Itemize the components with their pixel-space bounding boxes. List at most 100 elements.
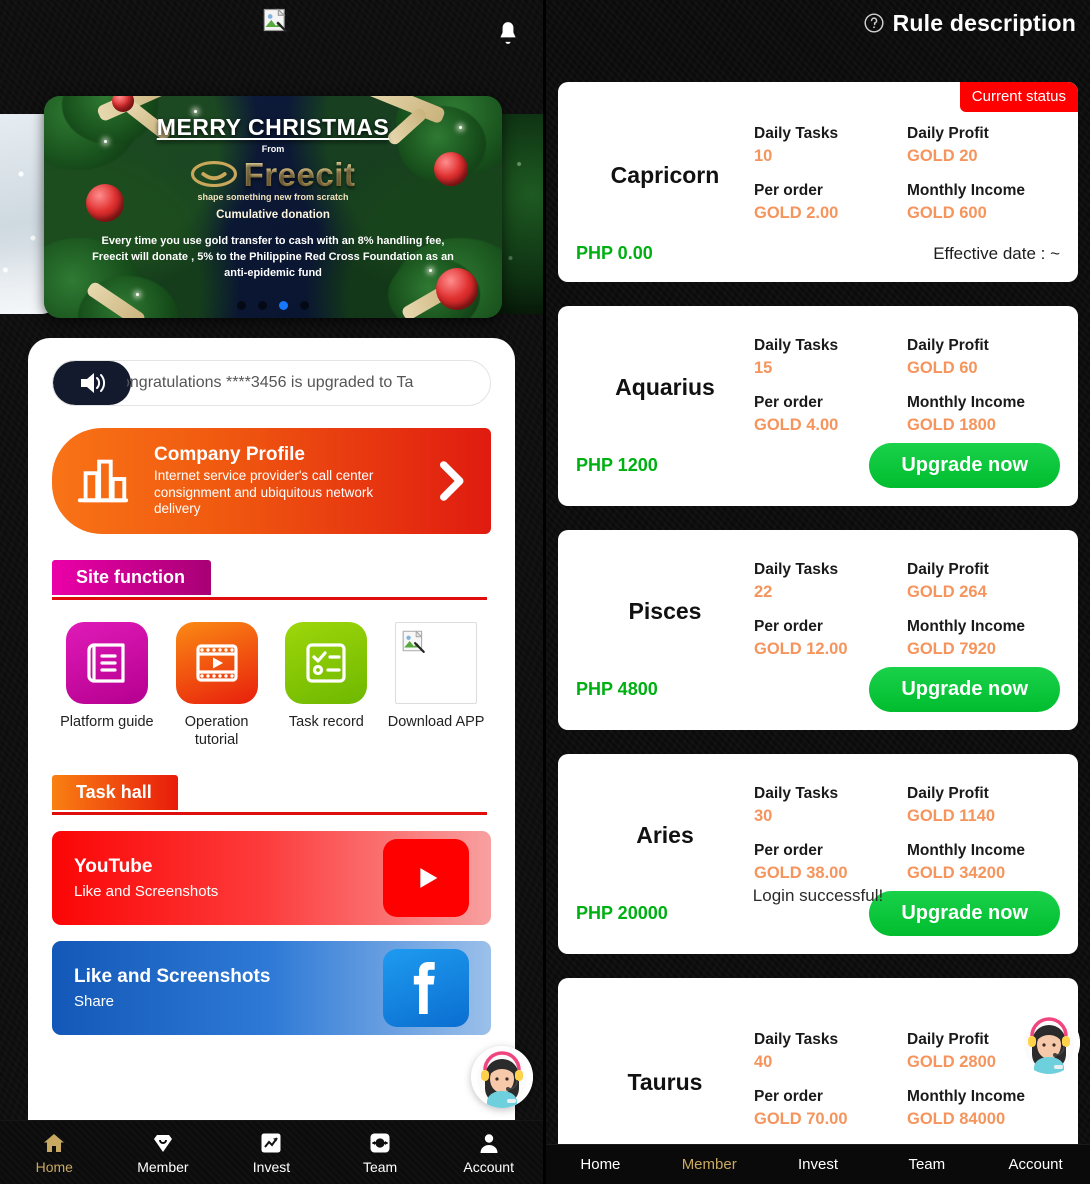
section-divider [52,597,487,600]
upgrade-now-button[interactable]: Upgrade now [869,891,1060,936]
level-footer: PHP 1200 Upgrade now [576,443,1060,506]
stat-value-per-order: GOLD 4.00 [754,415,839,434]
stat-label-daily-tasks: Daily Tasks [754,336,839,354]
carousel-subtitle: Cumulative donation [216,209,330,221]
chevron-right-icon[interactable] [429,459,473,503]
task-card-text: Like and Screenshots Share [74,966,383,1010]
task-card-sub: Share [74,993,115,1011]
nav-item-invest[interactable]: Invest [764,1156,873,1173]
levels-list: Current status Capricorn Daily Tasks 10 … [546,46,1090,1178]
site-function-item-download-app[interactable]: Download APP [381,622,491,749]
home-panel: MERRY CHRISTMAS From Freecit shape somet… [0,0,546,1184]
stat-label-daily-profit: Daily Profit [907,560,989,578]
nav-item-member[interactable]: Member [109,1130,218,1175]
stat-label-per-order: Per order [754,393,823,411]
carousel-dot-active[interactable] [279,301,288,310]
stat-value-per-order: GOLD 38.00 [754,863,848,882]
customer-service-avatar[interactable] [1018,1012,1080,1074]
stat-value-monthly-income: GOLD 1800 [907,415,996,434]
carousel-dot[interactable] [300,301,309,310]
task-card-youtube[interactable]: YouTube Like and Screenshots [52,831,491,926]
task-card-title: Like and Screenshots [74,966,271,988]
level-col-right: Daily Profit GOLD 264 Monthly Income GOL… [907,539,1060,659]
stat-label-daily-profit: Daily Profit [907,336,989,354]
company-profile-title: Company Profile [154,443,305,465]
site-function-label: Task record [288,714,364,730]
level-price: PHP 20000 [576,903,668,923]
customer-service-avatar[interactable] [471,1046,533,1108]
bottom-nav-left: Home Member Invest Team Account [0,1120,543,1184]
level-footer: PHP 0.00 Effective date : ~ [576,243,1060,282]
stat-label-per-order: Per order [754,1088,823,1105]
task-card-facebook[interactable]: Like and Screenshots Share [52,941,491,1036]
stat-value-monthly-income: GOLD 84000 [907,1110,1006,1128]
stat-label-monthly-income: Monthly Income [907,393,1025,411]
nav-item-home[interactable]: Home [546,1156,655,1173]
level-card-capricorn[interactable]: Current status Capricorn Daily Tasks 10 … [558,82,1078,282]
level-name: Aquarius [615,374,715,400]
carousel-dot[interactable] [237,301,246,310]
upgrade-now-button[interactable]: Upgrade now [869,667,1060,712]
site-function-label: Download APP [387,714,485,730]
carousel-slide-active[interactable]: MERRY CHRISTMAS From Freecit shape somet… [44,96,502,318]
app-screen: MERRY CHRISTMAS From Freecit shape somet… [0,0,1090,1184]
rule-description-header[interactable]: Rule description [546,0,1090,46]
task-hall-heading: Task hall [52,775,178,811]
announcement-bar[interactable]: ongratulations ****3456 is upgraded to T… [52,360,491,406]
stat-value-per-order: GOLD 12.00 [754,639,848,658]
level-card-pisces[interactable]: Pisces Daily Tasks 22 Per order GOLD 12.… [558,530,1078,730]
nav-item-team[interactable]: Team [872,1156,981,1173]
stat-value-daily-profit: GOLD 60 [907,358,978,377]
task-card-text: YouTube Like and Screenshots [74,856,383,900]
nav-item-home[interactable]: Home [0,1130,109,1175]
task-card-sub: Like and Screenshots [74,883,219,901]
speaker-icon [53,361,131,405]
level-col-left: Daily Tasks 10 Per order GOLD 2.00 [754,103,907,223]
freecit-logo-icon [190,161,237,189]
stat-value-per-order: GOLD 70.00 [754,1110,848,1128]
level-card-aries[interactable]: Aries Daily Tasks 30 Per order GOLD 38.0… [558,754,1078,954]
site-function-item-task-record[interactable]: Task record [272,622,382,749]
site-function-item-platform-guide[interactable]: Platform guide [52,622,162,749]
site-function-label: Platform guide [60,714,154,730]
question-circle-icon [863,12,885,34]
nav-label: Home [35,1159,73,1175]
level-card-aquarius[interactable]: Aquarius Daily Tasks 15 Per order GOLD 4… [558,306,1078,506]
level-footer: PHP 4800 Upgrade now [576,667,1060,730]
stat-label-per-order: Per order [754,841,823,859]
promo-carousel[interactable]: MERRY CHRISTMAS From Freecit shape somet… [0,96,543,331]
nav-label: Invest [252,1159,291,1175]
stat-value-daily-tasks: 15 [754,358,773,377]
stat-value-per-order: GOLD 2.00 [754,203,839,222]
stat-label-monthly-income: Monthly Income [907,1088,1025,1105]
level-price: PHP 1200 [576,455,658,475]
nav-item-team[interactable]: Team [326,1130,435,1175]
carousel-dot[interactable] [258,301,267,310]
stat-label-monthly-income: Monthly Income [907,181,1025,199]
section-divider [52,812,487,816]
nav-item-member[interactable]: Member [655,1156,764,1173]
nav-item-account[interactable]: Account [434,1130,543,1175]
video-play-icon [175,622,258,704]
stat-value-daily-profit: GOLD 20 [907,146,978,165]
nav-label: Member [137,1159,189,1175]
site-function-item-operation-tutorial[interactable]: Operation tutorial [162,622,272,749]
nav-item-account[interactable]: Account [981,1156,1090,1173]
stat-value-daily-tasks: 40 [754,1053,773,1071]
upgrade-now-button[interactable]: Upgrade now [869,443,1060,488]
level-col-left: Daily Tasks 15 Per order GOLD 4.00 [754,315,907,435]
site-function-heading: Site function [52,560,211,595]
carousel-tagline: shape something new from scratch [197,192,349,202]
brand-row: Freecit [44,156,502,194]
company-profile-banner[interactable]: Company Profile Internet service provide… [52,428,491,534]
carousel-slide-content: MERRY CHRISTMAS From Freecit shape somet… [44,96,502,282]
nav-item-invest[interactable]: Invest [217,1130,326,1175]
carousel-dots[interactable] [44,301,502,310]
broken-image-icon [262,6,290,34]
site-function-header: Site function [52,560,491,600]
stat-value-daily-profit: GOLD 1140 [907,806,996,825]
notification-bell-icon[interactable] [495,20,521,46]
status-badge: Current status [959,82,1078,112]
announcement-text: ongratulations ****3456 is upgraded to T… [127,374,414,391]
announcement-text-wrap: ongratulations ****3456 is upgraded to T… [127,361,490,405]
